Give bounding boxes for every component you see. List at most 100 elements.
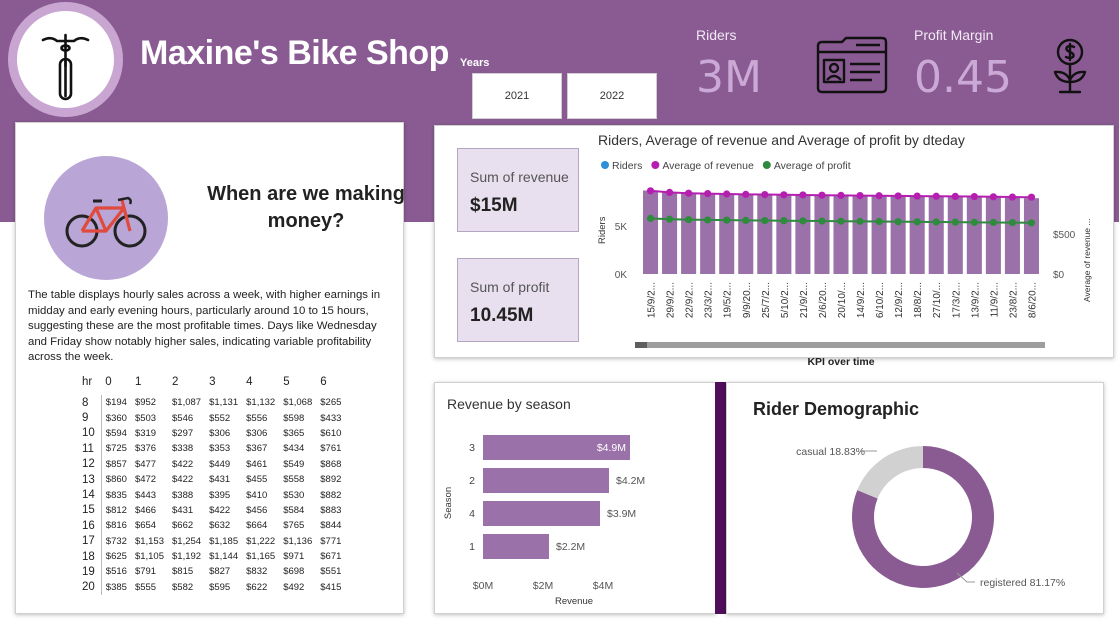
series-point: [723, 190, 731, 198]
scrollbar-thumb[interactable]: [635, 342, 647, 348]
series-point: [894, 218, 902, 226]
x-tick-label: 21/9/2...: [799, 282, 810, 318]
riders-bar: [852, 195, 868, 274]
riders-bar: [757, 194, 773, 274]
bar-value-label: $3.9M: [607, 508, 636, 520]
y-right-tick-label: $0: [1053, 270, 1065, 281]
table-row: 20 $385 $555 $582 $595 $622 $492 $415: [78, 579, 345, 596]
table-cell: $388: [172, 489, 194, 501]
series-point: [780, 217, 788, 225]
bar-value-label: $2.2M: [556, 541, 585, 553]
table-cell: $815: [172, 566, 194, 578]
table-cell: $353: [209, 443, 231, 455]
table-cell: $477: [134, 458, 157, 470]
legend-marker: [762, 161, 771, 169]
x-tick-label: 23/3/2...: [704, 282, 715, 318]
x-tick-label: 9/9/20...: [742, 282, 753, 318]
sum-revenue-label: Sum of revenue: [470, 169, 569, 185]
table-cell: $422: [172, 474, 194, 486]
table-cell: $1,192: [172, 551, 202, 563]
table-cell: $449: [209, 458, 231, 470]
table-cell: $725: [105, 443, 127, 455]
table-cell: $1,068: [283, 397, 313, 409]
riders-bar: [871, 195, 887, 274]
x-tick-label: 14/9/2...: [856, 282, 867, 318]
table-row-header: 11: [78, 441, 102, 457]
table-cell: $1,185: [209, 535, 239, 547]
x-tick-label: 20/10/...: [837, 282, 848, 318]
x-tick-label: $4M: [593, 580, 613, 592]
table-cell: $598: [283, 412, 305, 424]
table-cell: $812: [105, 504, 127, 516]
slice-label: casual 18.83%: [796, 446, 865, 458]
series-point: [932, 218, 940, 226]
riders-bar: [681, 193, 697, 274]
season-bar: [483, 501, 600, 526]
table-row: 9 $360 $503 $546 $552 $556 $598 $433: [78, 410, 345, 426]
table-cell: $664: [246, 520, 268, 532]
slice-label: registered 81.17%: [980, 577, 1065, 589]
table-cell: $1,132: [246, 397, 276, 409]
x-tick-label: 5/10/2...: [780, 282, 791, 318]
riders-bar: [700, 193, 716, 274]
x-axis-label: KPI over time: [807, 356, 874, 367]
table-cell: $422: [172, 458, 194, 470]
table-row-header: 9: [78, 410, 102, 426]
riders-bar: [947, 196, 963, 274]
table-cell: $472: [134, 474, 157, 486]
table-cell: $1,105: [134, 551, 164, 563]
table-cell: $431: [209, 474, 231, 486]
years-filter-label: Years: [460, 57, 490, 69]
series-point: [818, 217, 826, 225]
riders-bar: [890, 196, 906, 274]
year-2022-button[interactable]: 2022: [567, 73, 657, 119]
horizontal-scrollbar[interactable]: [635, 342, 1045, 348]
x-tick-label: 13/9/2...: [970, 282, 981, 318]
year-2021-button[interactable]: 2021: [472, 73, 562, 119]
x-tick-label: 6/10/2...: [875, 282, 886, 318]
table-cell: $1,136: [283, 535, 313, 547]
series-point: [951, 192, 959, 200]
season-chart: 3 $4.9M 2 $4.2M 4 $3.9M 1 $2.2M $0M $2M $4MRevenue…: [443, 435, 645, 607]
x-tick-label: 8/6/20...: [1027, 282, 1038, 318]
sum-profit-value: 10.45M: [470, 305, 534, 326]
series-point: [951, 218, 959, 226]
series-point: [665, 215, 674, 223]
table-cell: $551: [320, 566, 342, 578]
table-row-header: 8: [78, 395, 102, 411]
table-cell: $835: [105, 489, 127, 501]
table-cell: $546: [172, 412, 194, 424]
table-row: 11 $725 $376 $338 $353 $367 $434 $761: [78, 441, 345, 457]
table-cell: $431: [172, 504, 194, 516]
y-tick-label: 4: [469, 508, 475, 520]
table-cell: $671: [320, 551, 342, 563]
x-tick-label: 15/9/2...: [647, 282, 658, 318]
riders-bar: [643, 190, 659, 274]
series-point: [742, 190, 750, 198]
series-point: [799, 191, 807, 199]
riders-kpi-label: Riders: [696, 27, 737, 43]
combo-chart-title: Riders, Average of revenue and Average o…: [598, 132, 965, 148]
table-cell: $732: [105, 535, 127, 547]
table-row: 15 $812 $466 $431 $422 $456 $584 $883: [78, 502, 345, 519]
table-cell: $610: [320, 427, 342, 439]
series-point: [799, 217, 807, 225]
table-cell: $434: [283, 443, 305, 455]
table-cell: $319: [134, 427, 157, 439]
table-column-header: 6: [320, 376, 327, 388]
table-row: 18 $625 $1,105 $1,192 $1,144 $1,165 $971 $671: [78, 548, 345, 565]
y-axis-label: Riders: [597, 216, 608, 244]
table-cell: $415: [320, 581, 342, 593]
series-point: [856, 217, 864, 225]
x-tick-label: 11/9/2...: [989, 282, 1000, 317]
y-tick-label: 0K: [615, 270, 628, 281]
table-cell: $1,165: [246, 551, 276, 563]
table-cell: $1,153: [134, 535, 164, 547]
sum-revenue-card: Sum of revenue $15M: [457, 148, 579, 232]
sum-profit-label: Sum of profit: [470, 279, 550, 295]
series-point: [723, 216, 731, 224]
combo-chart-card: Sum of revenue $15M Sum of profit 10.45M…: [434, 125, 1114, 367]
sum-revenue-value: $15M: [470, 195, 518, 216]
table-row-header: 19: [78, 564, 102, 580]
logo: [8, 2, 123, 117]
